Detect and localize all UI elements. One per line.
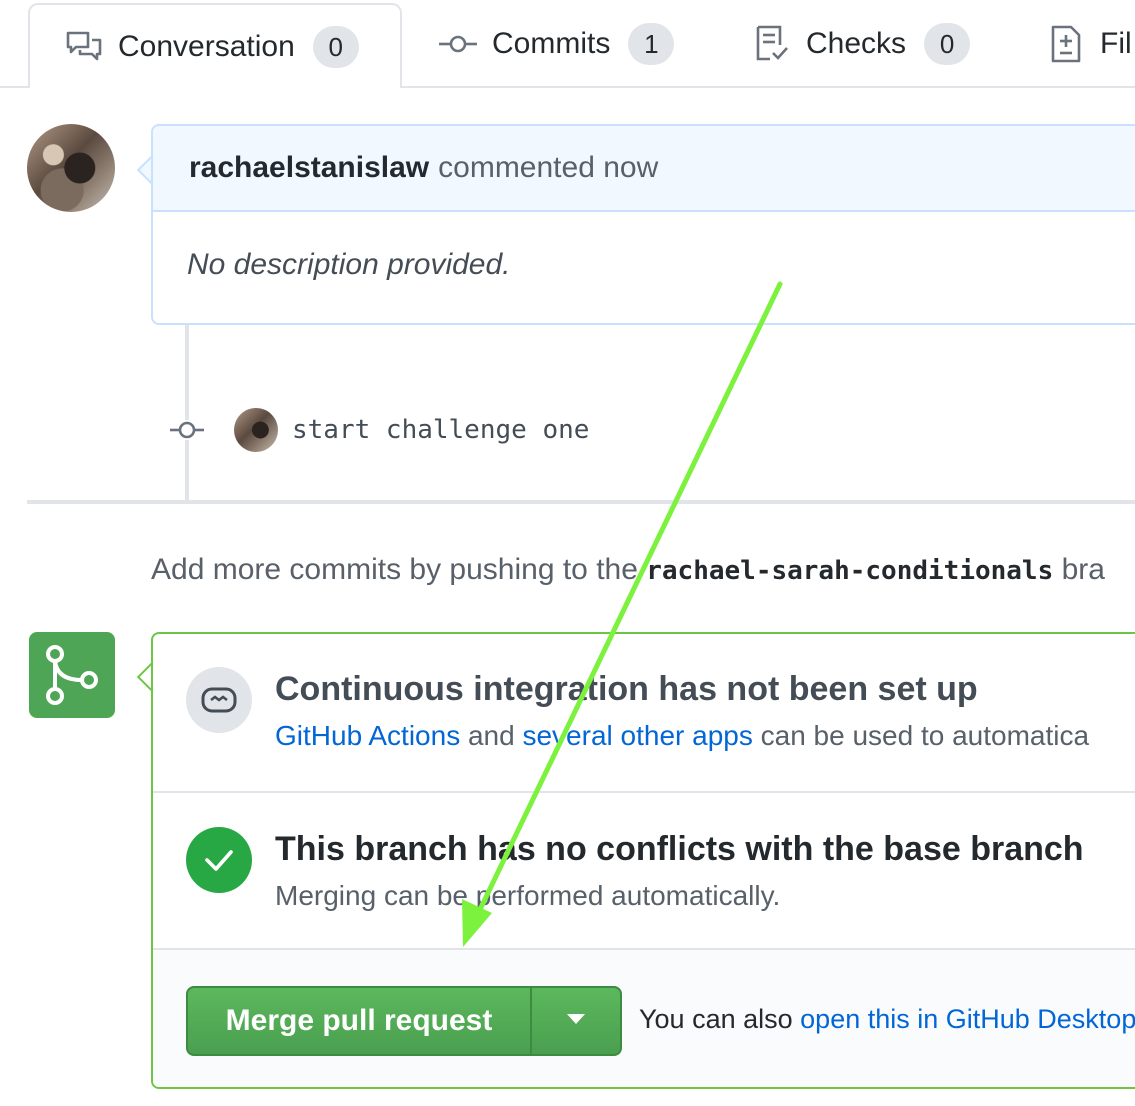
commit-author-avatar[interactable] [234, 408, 278, 452]
tab-conversation[interactable]: Conversation 0 [28, 3, 402, 88]
github-actions-link[interactable]: GitHub Actions [275, 720, 460, 751]
author-avatar[interactable] [27, 124, 115, 212]
tab-label: Fil [1100, 27, 1132, 60]
github-desktop-hint: You can also open this in GitHub Desktop [639, 1004, 1135, 1035]
tab-label: Commits [492, 27, 611, 60]
branch-name: rachael-sarah-conditionals [646, 556, 1054, 586]
tab-checks[interactable]: Checks 0 [752, 0, 971, 88]
ci-title: Continuous integration has not been set … [275, 670, 978, 708]
merge-button-label[interactable]: Merge pull request [188, 988, 532, 1054]
commit-message[interactable]: start challenge one [292, 415, 589, 445]
ci-rest: can be used to automatica [760, 720, 1090, 751]
checklist-icon [752, 24, 792, 64]
other-apps-link[interactable]: several other apps [522, 720, 752, 751]
tab-label: Conversation [118, 29, 295, 63]
comment-author[interactable]: rachaelstanislaw [189, 151, 429, 185]
check-circle-icon [186, 827, 252, 893]
ci-and: and [467, 720, 515, 751]
file-diff-icon [1046, 24, 1086, 64]
comment-header: rachaelstanislaw commented now [153, 126, 1135, 212]
comment-body: No description provided. [187, 248, 511, 281]
no-conflicts-title: This branch has no conflicts with the ba… [275, 830, 1084, 868]
commit-icon [168, 420, 206, 440]
tab-files[interactable]: Fil [1046, 0, 1132, 88]
tab-commits[interactable]: Commits 1 [438, 0, 675, 88]
tab-counter: 0 [924, 23, 971, 65]
tab-label: Checks [806, 27, 907, 60]
ci-description: GitHub Actions and several other apps ca… [275, 720, 1089, 752]
also-prefix: You can also [639, 1004, 793, 1034]
section-divider [153, 791, 1135, 793]
add-more-commits-hint: Add more commits by pushing to the racha… [151, 553, 1105, 587]
ci-status-circle [186, 667, 252, 733]
commit-row: start challenge one [168, 400, 589, 460]
hint-suffix: bra [1061, 553, 1105, 586]
git-merge-icon [29, 632, 115, 718]
open-in-desktop-link[interactable]: open this in GitHub Desktop [800, 1004, 1135, 1034]
comment-action: commented now [438, 151, 659, 184]
commit-icon [438, 24, 478, 64]
merge-pull-request-button[interactable]: Merge pull request [186, 986, 622, 1056]
triangle-down-icon [566, 1012, 586, 1030]
merge-options-dropdown[interactable] [532, 988, 620, 1054]
comment-box: rachaelstanislaw commented now No descri… [151, 124, 1135, 325]
hint-prefix: Add more commits by pushing to the [151, 553, 638, 586]
tab-counter: 1 [628, 23, 675, 65]
tab-counter: 0 [312, 25, 359, 68]
conversation-icon [64, 27, 104, 67]
timeline-break [27, 500, 1135, 504]
no-conflicts-description: Merging can be performed automatically. [275, 880, 781, 911]
merge-box: Continuous integration has not been set … [151, 632, 1135, 1089]
